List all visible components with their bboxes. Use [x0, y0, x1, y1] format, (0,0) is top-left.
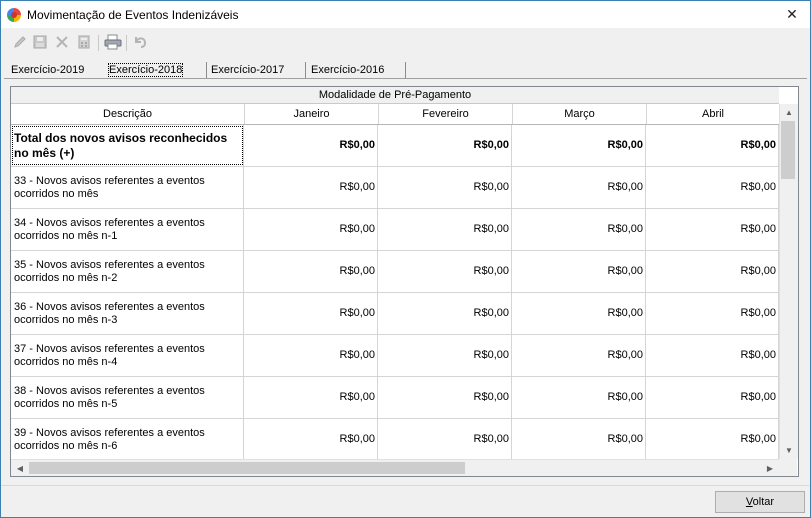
- cell-value[interactable]: R$0,00: [647, 377, 779, 418]
- voltar-button[interactable]: Voltar: [715, 491, 805, 513]
- cell-value[interactable]: R$0,00: [647, 251, 779, 292]
- column-header-janeiro[interactable]: Janeiro: [245, 104, 379, 124]
- column-header-descricao[interactable]: Descrição: [11, 104, 245, 124]
- cell-descricao[interactable]: 37 - Novos avisos referentes a eventos o…: [11, 335, 244, 376]
- cell-value[interactable]: R$0,00: [245, 293, 378, 334]
- horizontal-scroll-thumb[interactable]: [29, 462, 465, 474]
- cell-value[interactable]: R$0,00: [513, 293, 646, 334]
- scroll-right-arrow[interactable]: ▶: [762, 460, 778, 476]
- cell-descricao-text: 39 - Novos avisos referentes a eventos o…: [14, 427, 205, 452]
- cell-value[interactable]: R$0,00: [379, 293, 512, 334]
- cell-value[interactable]: R$0,00: [647, 335, 779, 376]
- cell-value[interactable]: R$0,00: [245, 377, 378, 418]
- cell-value[interactable]: R$0,00: [245, 335, 378, 376]
- cell-value[interactable]: R$0,00: [647, 125, 779, 166]
- toolbar-separator: [126, 35, 127, 51]
- cell-value[interactable]: R$0,00: [245, 167, 378, 208]
- cell-value[interactable]: R$0,00: [647, 209, 779, 250]
- cell-descricao[interactable]: 38 - Novos avisos referentes a eventos o…: [11, 377, 244, 418]
- cell-descricao-text: Total dos novos avisos reconhecidos no m…: [14, 131, 228, 160]
- cell-value[interactable]: R$0,00: [379, 335, 512, 376]
- cell-descricao[interactable]: 35 - Novos avisos referentes a eventos o…: [11, 251, 244, 292]
- cell-value[interactable]: R$0,00: [513, 251, 646, 292]
- scroll-corner: [779, 459, 797, 476]
- cell-descricao[interactable]: 39 - Novos avisos referentes a eventos o…: [11, 419, 244, 460]
- cell-value[interactable]: R$0,00: [513, 125, 646, 166]
- tab-divider: [405, 62, 406, 78]
- cell-value[interactable]: R$0,00: [379, 167, 512, 208]
- band-header: Modalidade de Pré-Pagamento: [11, 87, 779, 104]
- cell-value[interactable]: R$0,00: [379, 377, 512, 418]
- data-grid[interactable]: Modalidade de Pré-Pagamento Descrição Ja…: [10, 86, 799, 477]
- tab-divider: [305, 62, 306, 78]
- cell-value[interactable]: R$0,00: [379, 419, 512, 460]
- cell-value[interactable]: R$0,00: [245, 125, 378, 166]
- app-icon: [7, 8, 21, 22]
- cell-descricao[interactable]: 36 - Novos avisos referentes a eventos o…: [11, 293, 244, 334]
- cell-value[interactable]: R$0,00: [379, 209, 512, 250]
- table-row[interactable]: 35 - Novos avisos referentes a eventos o…: [11, 251, 779, 293]
- cell-value[interactable]: R$0,00: [513, 209, 646, 250]
- cell-value[interactable]: R$0,00: [647, 419, 779, 460]
- cell-descricao-text: 35 - Novos avisos referentes a eventos o…: [14, 259, 205, 284]
- save-icon[interactable]: [31, 33, 49, 51]
- tab-exercicio-2016[interactable]: Exercício-2016: [311, 62, 384, 78]
- cell-descricao-text: 36 - Novos avisos referentes a eventos o…: [14, 301, 205, 326]
- table-row[interactable]: 39 - Novos avisos referentes a eventos o…: [11, 419, 779, 461]
- tab-strip-border: [4, 78, 807, 79]
- table-row[interactable]: 38 - Novos avisos referentes a eventos o…: [11, 377, 779, 419]
- footer-divider: [1, 485, 809, 486]
- tab-divider: [206, 62, 207, 78]
- cell-value[interactable]: R$0,00: [245, 209, 378, 250]
- cell-value[interactable]: R$0,00: [513, 167, 646, 208]
- vertical-scroll-thumb[interactable]: [781, 121, 795, 179]
- scroll-down-arrow[interactable]: ▼: [781, 442, 797, 458]
- column-headers: Descrição Janeiro Fevereiro Março Abril: [11, 104, 780, 125]
- window-title: Movimentação de Eventos Indenizáveis: [27, 8, 239, 22]
- tab-exercicio-2019[interactable]: Exercício-2019: [11, 62, 84, 78]
- cell-descricao[interactable]: 34 - Novos avisos referentes a eventos o…: [11, 209, 244, 250]
- table-row[interactable]: 37 - Novos avisos referentes a eventos o…: [11, 335, 779, 377]
- cell-descricao[interactable]: Total dos novos avisos reconhecidos no m…: [11, 125, 244, 166]
- voltar-accelerator: V: [745, 496, 753, 508]
- cell-value[interactable]: R$0,00: [647, 293, 779, 334]
- cell-descricao-text: 34 - Novos avisos referentes a eventos o…: [14, 217, 205, 242]
- cell-value[interactable]: R$0,00: [245, 251, 378, 292]
- toolbar-separator: [98, 35, 99, 51]
- undo-icon[interactable]: [131, 33, 149, 51]
- table-row[interactable]: 36 - Novos avisos referentes a eventos o…: [11, 293, 779, 335]
- scroll-left-arrow[interactable]: ◀: [12, 460, 28, 476]
- cell-value[interactable]: R$0,00: [647, 167, 779, 208]
- cell-value[interactable]: R$0,00: [379, 125, 512, 166]
- cell-value[interactable]: R$0,00: [513, 335, 646, 376]
- cell-value[interactable]: R$0,00: [379, 251, 512, 292]
- column-header-fevereiro[interactable]: Fevereiro: [379, 104, 513, 124]
- tab-exercicio-2017[interactable]: Exercício-2017: [211, 62, 284, 78]
- column-header-abril[interactable]: Abril: [647, 104, 780, 124]
- cell-value[interactable]: R$0,00: [513, 377, 646, 418]
- pencil-icon[interactable]: [11, 33, 29, 51]
- cell-descricao-text: 38 - Novos avisos referentes a eventos o…: [14, 385, 205, 410]
- title-bar[interactable]: Movimentação de Eventos Indenizáveis ✕: [0, 0, 811, 29]
- close-button[interactable]: ✕: [778, 3, 806, 25]
- table-row-total[interactable]: Total dos novos avisos reconhecidos no m…: [11, 125, 779, 167]
- voltar-label: oltar: [752, 496, 775, 508]
- cell-value[interactable]: R$0,00: [513, 419, 646, 460]
- tab-exercicio-2018[interactable]: Exercício-2018: [107, 62, 184, 78]
- cell-value[interactable]: R$0,00: [245, 419, 378, 460]
- table-row[interactable]: 33 - Novos avisos referentes a eventos o…: [11, 167, 779, 209]
- cell-descricao-text: 33 - Novos avisos referentes a eventos o…: [14, 175, 205, 200]
- scroll-up-arrow[interactable]: ▲: [781, 104, 797, 120]
- cell-descricao[interactable]: 33 - Novos avisos referentes a eventos o…: [11, 167, 244, 208]
- calculator-icon[interactable]: [75, 33, 93, 51]
- column-header-marco[interactable]: Março: [513, 104, 647, 124]
- print-icon[interactable]: [104, 33, 122, 51]
- table-row[interactable]: 34 - Novos avisos referentes a eventos o…: [11, 209, 779, 251]
- cell-descricao-text: 37 - Novos avisos referentes a eventos o…: [14, 343, 205, 368]
- delete-icon[interactable]: [53, 33, 71, 51]
